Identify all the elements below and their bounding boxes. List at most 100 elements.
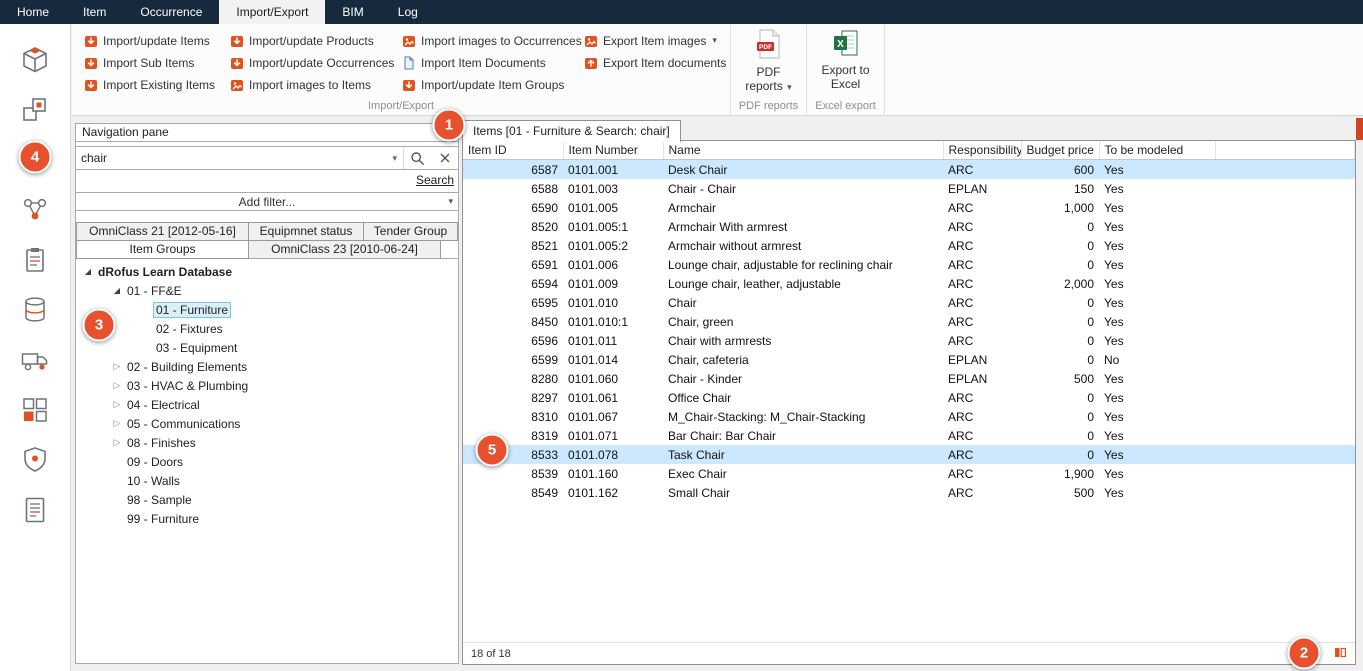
table-row[interactable]: 65940101.009Lounge chair, leather, adjus… (463, 274, 1355, 293)
search-history-chevron-icon[interactable]: ▾ (386, 147, 404, 169)
sidebar-blocks-icon[interactable] (20, 394, 51, 425)
search-input[interactable] (76, 151, 386, 165)
tree-collapsed-icon[interactable]: ▷ (110, 437, 124, 448)
tree-node-98-sample[interactable]: 98 - Sample (76, 490, 458, 509)
ribbon-button-import-item-documents[interactable]: Import Item Documents (402, 55, 584, 70)
items-table-scroll[interactable]: Item IDItem NumberNameResponsibilityBudg… (463, 141, 1355, 642)
tree-collapsed-icon[interactable]: ▷ (110, 361, 124, 372)
tree-node-99-furniture[interactable]: 99 - Furniture (76, 509, 458, 528)
sidebar-truck-icon[interactable] (20, 344, 51, 375)
column-header-item-id[interactable]: Item ID (463, 141, 563, 160)
table-row[interactable]: 85200101.005:1Armchair With armrestARC0Y… (463, 217, 1355, 236)
table-row[interactable]: 85330101.078Task ChairARC0Yes (463, 445, 1355, 464)
tree-expanded-icon[interactable]: ◢ (110, 286, 124, 295)
sidebar-database-icon[interactable] (20, 294, 51, 325)
table-row[interactable]: 65900101.005ArmchairARC1,000Yes (463, 198, 1355, 217)
pdf-reports-button[interactable]: PDF PDF reports ▾ (745, 24, 791, 99)
callout-1: 1 (433, 109, 466, 142)
tree-collapsed-icon[interactable]: ▷ (110, 399, 124, 410)
sidebar-clipboard-icon[interactable] (20, 244, 51, 275)
table-row[interactable]: 82970101.061Office ChairARC0Yes (463, 388, 1355, 407)
sidebar-report-icon[interactable] (20, 494, 51, 525)
ribbon-button-import-existing-items[interactable]: Import Existing Items (84, 77, 230, 92)
tree-node-08-finishes[interactable]: ▷08 - Finishes (76, 433, 458, 452)
menu-item-item[interactable]: Item (66, 0, 123, 24)
tree-node-03-equipment[interactable]: 03 - Equipment (76, 338, 458, 357)
column-header-name[interactable]: Name (663, 141, 943, 160)
collapsed-panel-flag[interactable] (1356, 118, 1363, 140)
sidebar-stacked-cubes-icon[interactable] (20, 94, 51, 125)
ribbon-button-export-item-images[interactable]: Export Item images▾ (584, 33, 734, 48)
table-row[interactable]: 65870101.001Desk ChairARC600Yes (463, 160, 1355, 180)
ribbon-button-import-images-to-occurrences[interactable]: Import images to Occurrences (402, 33, 584, 48)
tab-omniclass-21-2012-05-16[interactable]: OmniClass 21 [2012-05-16] (76, 222, 249, 241)
cell-filler (1215, 274, 1355, 293)
tree-node-03-hvac-plumbing[interactable]: ▷03 - HVAC & Plumbing (76, 376, 458, 395)
sidebar-linked-nodes-icon[interactable] (20, 194, 51, 225)
table-row[interactable]: 65990101.014Chair, cafeteriaEPLAN0No (463, 350, 1355, 369)
dropdown-caret-icon: ▾ (787, 82, 792, 92)
tab-row: Item GroupsOmniClass 23 [2010-06-24] (76, 240, 458, 259)
tree-collapsed-icon[interactable]: ▷ (110, 380, 124, 391)
sidebar-shield-icon[interactable] (20, 444, 51, 475)
table-row[interactable]: 85390101.160Exec ChairARC1,900Yes (463, 464, 1355, 483)
export-to-excel-button[interactable]: X Export to Excel (821, 24, 869, 99)
table-row[interactable]: 82800101.060Chair - KinderEPLAN500Yes (463, 369, 1355, 388)
search-link[interactable]: Search (416, 173, 454, 187)
table-row[interactable]: 85210101.005:2Armchair without armrestAR… (463, 236, 1355, 255)
clear-search-icon[interactable] (431, 147, 458, 169)
column-header-to-be-modeled[interactable]: To be modeled (1099, 141, 1215, 160)
menu-item-home[interactable]: Home (0, 0, 66, 24)
menu-item-log[interactable]: Log (381, 0, 435, 24)
cell-filler (1215, 217, 1355, 236)
search-icon[interactable] (404, 147, 431, 169)
tab-equipmnet-status[interactable]: Equipmnet status (248, 222, 364, 241)
ribbon-button-import-update-item-groups[interactable]: Import/update Item Groups (402, 77, 584, 92)
tree-collapsed-icon[interactable]: ▷ (110, 418, 124, 429)
tree-node-01-furniture[interactable]: 01 - Furniture (76, 300, 458, 319)
table-row[interactable]: 84500101.010:1Chair, greenARC0Yes (463, 312, 1355, 331)
items-document-tab[interactable]: Items [01 - Furniture & Search: chair] (462, 120, 681, 142)
table-row[interactable]: 65880101.003Chair - ChairEPLAN150Yes (463, 179, 1355, 198)
tree-expanded-icon[interactable]: ◢ (81, 267, 95, 276)
tree-node-label: 02 - Building Elements (124, 360, 250, 374)
ribbon-button-import-update-occurrences[interactable]: Import/update Occurrences (230, 55, 402, 70)
column-header-budget-price[interactable]: Budget price (1021, 141, 1099, 160)
ribbon-button-export-item-documents[interactable]: Export Item documents (584, 55, 734, 70)
tree-node-02-fixtures[interactable]: 02 - Fixtures (76, 319, 458, 338)
tree-node-label: 03 - HVAC & Plumbing (124, 379, 251, 393)
cell-filler (1215, 255, 1355, 274)
tab-omniclass-23-2010-06-24[interactable]: OmniClass 23 [2010-06-24] (248, 240, 441, 259)
ribbon-column: Import/update Items Import Sub Items Impor… (84, 33, 230, 99)
table-row[interactable]: 83100101.067M_Chair-Stacking: M_Chair-St… (463, 407, 1355, 426)
column-header-responsibility[interactable]: Responsibility (943, 141, 1021, 160)
table-row[interactable]: 65950101.010ChairARC0Yes (463, 293, 1355, 312)
tree-node-drofus-learn-database[interactable]: ◢dRofus Learn Database (76, 262, 458, 281)
cell-name: Lounge chair, leather, adjustable (663, 274, 943, 293)
tab-tender-group[interactable]: Tender Group (363, 222, 458, 241)
tree-node-04-electrical[interactable]: ▷04 - Electrical (76, 395, 458, 414)
ribbon-button-import-update-items[interactable]: Import/update Items (84, 33, 230, 48)
menu-item-import-export[interactable]: Import/Export (219, 0, 325, 24)
table-row[interactable]: 65960101.011Chair with armrestsARC0Yes (463, 331, 1355, 350)
ribbon-button-import-update-products[interactable]: Import/update Products (230, 33, 402, 48)
add-filter-dropdown[interactable]: Add filter... ▾ (76, 192, 458, 211)
table-row[interactable]: 65910101.006Lounge chair, adjustable for… (463, 255, 1355, 274)
column-header-item-number[interactable]: Item Number (563, 141, 663, 160)
ribbon-button-label: Import images to Items (249, 78, 371, 92)
tab-item-groups[interactable]: Item Groups (76, 240, 249, 259)
cell-responsibility: ARC (943, 198, 1021, 217)
sidebar-cube-icon[interactable] (20, 44, 51, 75)
ribbon-button-import-images-to-items[interactable]: Import images to Items (230, 77, 402, 92)
tree-node-10-walls[interactable]: 10 - Walls (76, 471, 458, 490)
tree-node-09-doors[interactable]: 09 - Doors (76, 452, 458, 471)
menu-item-bim[interactable]: BIM (325, 0, 380, 24)
tree-node-02-building-elements[interactable]: ▷02 - Building Elements (76, 357, 458, 376)
table-row[interactable]: 83190101.071Bar Chair: Bar ChairARC0Yes (463, 426, 1355, 445)
table-row[interactable]: 85490101.162Small ChairARC500Yes (463, 483, 1355, 502)
menu-item-occurrence[interactable]: Occurrence (123, 0, 219, 24)
column-panel-icon[interactable] (1334, 646, 1347, 662)
tree-node-05-communications[interactable]: ▷05 - Communications (76, 414, 458, 433)
ribbon-button-import-sub-items[interactable]: Import Sub Items (84, 55, 230, 70)
tree-node-01-ff-e[interactable]: ◢01 - FF&E (76, 281, 458, 300)
